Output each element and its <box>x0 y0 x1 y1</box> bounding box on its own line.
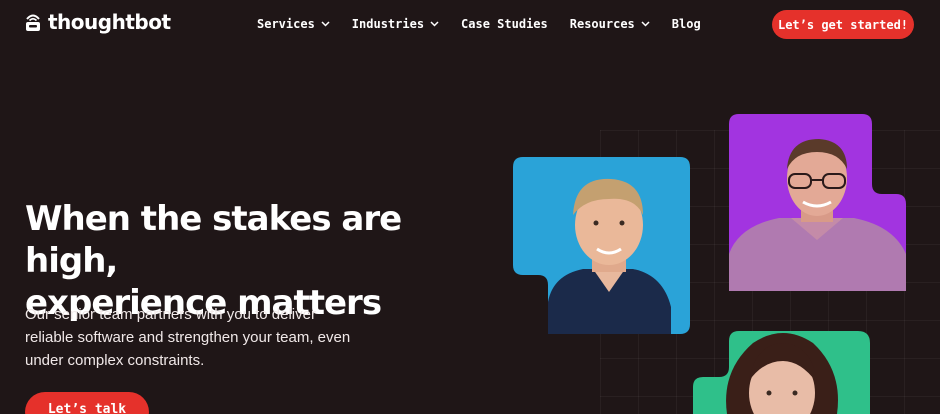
main-nav: Services Industries Case Studies Resourc… <box>257 15 723 33</box>
brand-name: thoughtbot <box>48 10 171 34</box>
person-photo <box>693 331 870 414</box>
get-started-button[interactable]: Let’s get started! <box>772 10 914 39</box>
logo[interactable]: thoughtbot <box>25 10 171 34</box>
lets-talk-button[interactable]: Let’s talk <box>25 392 149 414</box>
nav-item-label: Case Studies <box>461 17 548 31</box>
hero-subtitle-line: Our senior team partners with you to del… <box>25 306 316 323</box>
nav-item-resources[interactable]: Resources <box>570 15 650 33</box>
portrait-blue <box>513 157 690 334</box>
nav-item-case-studies[interactable]: Case Studies <box>461 15 548 33</box>
hero-subtitle-line: under complex constraints. <box>25 352 205 369</box>
nav-item-industries[interactable]: Industries <box>352 15 439 33</box>
nav-item-services[interactable]: Services <box>257 15 330 33</box>
chevron-down-icon <box>321 21 330 27</box>
chevron-down-icon <box>641 21 650 27</box>
nav-item-label: Resources <box>569 17 635 31</box>
nav-item-label: Industries <box>351 17 425 31</box>
nav-item-label: Blog <box>671 17 701 31</box>
nav-item-blog[interactable]: Blog <box>672 15 701 33</box>
chevron-down-icon <box>430 21 439 27</box>
person-photo <box>513 157 690 334</box>
hero-subtitle-line: reliable software and strengthen your te… <box>25 329 351 346</box>
hero-title-line: When the stakes are high, <box>25 199 402 281</box>
robot-icon <box>26 14 40 31</box>
person-photo <box>729 114 906 291</box>
nav-item-label: Services <box>257 17 315 31</box>
portrait-green <box>693 331 870 414</box>
portrait-purple <box>729 114 906 291</box>
hero-subtitle: Our senior team partners with you to del… <box>25 303 365 372</box>
